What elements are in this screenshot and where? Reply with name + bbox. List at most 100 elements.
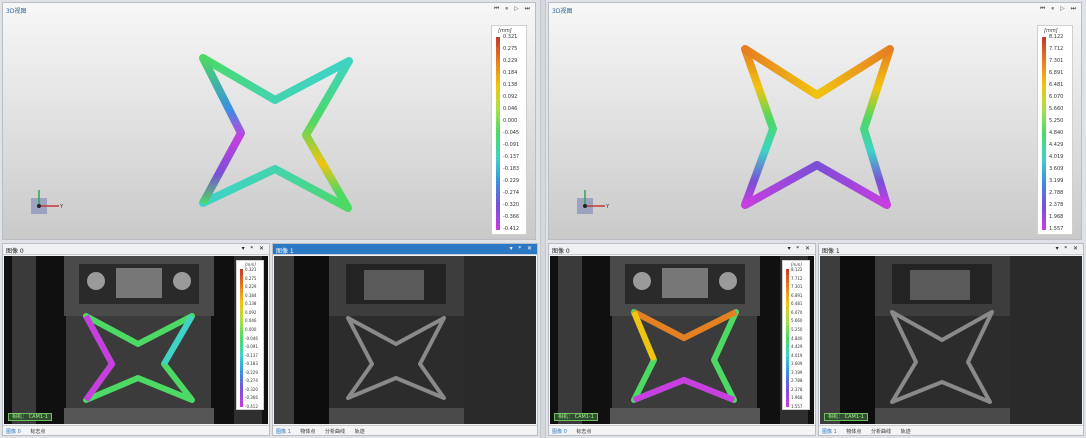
legend-tick: 0.092 (503, 94, 518, 100)
view-3d-left[interactable]: 3D视图 ⏮ ⏸ ▷ ⏭ Y [mm] 0.321 0.275 0.229 0.… (2, 2, 536, 240)
legend-tick: -0.320 (245, 386, 258, 392)
legend-tick: 1.557 (791, 404, 803, 409)
legend-tick: 6.481 (1049, 82, 1064, 88)
legend-tick: -0.229 (503, 178, 520, 184)
legend-tick: 0.275 (503, 46, 518, 52)
legend-tick: 3.199 (1049, 178, 1064, 184)
camera-image[interactable]: [mm] 8.122 7.712 7.301 6.891 6.481 6.070… (550, 256, 814, 424)
legend-ticks: 0.321 0.275 0.229 0.184 0.138 0.092 0.04… (503, 34, 527, 232)
footer-tab-markers[interactable]: 标志点 (576, 429, 591, 435)
legend-tick: 5.660 (1049, 106, 1064, 112)
legend-tick: 0.000 (503, 118, 518, 124)
footer-tab-image[interactable]: 图像 0 (552, 429, 567, 435)
footer-tab-object-points[interactable]: 物体点 (846, 429, 861, 435)
image-pane-0[interactable]: 图像 0 ▾ ᵠ ✕ (2, 243, 270, 436)
legend-tick: 4.019 (1049, 154, 1064, 160)
right-workspace: 3D视图 ⏮ ⏸ ▷ ⏭ Y [mm] 8.122 7.712 7.301 6.… (546, 0, 1086, 438)
legend-tick: 1.557 (1049, 226, 1064, 232)
color-legend-mini: [mm] 0.321 0.275 0.229 0.184 0.138 0.092… (236, 260, 264, 410)
legend-tick: 1.968 (1049, 214, 1064, 220)
pane-controls[interactable]: ▾ ᵠ ✕ (788, 245, 812, 252)
legend-tick: 3.609 (1049, 166, 1064, 172)
specimen-image (4, 256, 268, 424)
legend-tick: 6.481 (791, 301, 803, 307)
pane-header: 图像 1 ▾ ᵠ ✕ (819, 244, 1083, 255)
pane-controls[interactable]: ▾ ᵠ ✕ (1056, 245, 1080, 252)
legend-tick: -0.183 (503, 166, 520, 172)
specimen-image (274, 256, 536, 424)
pane-title: 图像 1 (276, 248, 294, 255)
legend-tick: 4.019 (791, 352, 803, 358)
legend-tick: 6.891 (1049, 70, 1064, 76)
legend-tick: 8.122 (791, 267, 803, 272)
legend-tick: 4.429 (1049, 142, 1064, 148)
legend-gradient (240, 269, 243, 407)
pane-title: 图像 0 (6, 248, 24, 255)
legend-tick: 0.184 (503, 70, 518, 76)
legend-tick: 3.609 (791, 361, 803, 367)
axis-triad: Y (577, 190, 610, 214)
footer-tab-image[interactable]: 图像 1 (822, 429, 837, 435)
legend-ticks: 8.122 7.712 7.301 6.891 6.481 6.070 5.66… (1049, 34, 1073, 232)
legend-tick: 2.378 (1049, 202, 1064, 208)
footer-tab-trajectory[interactable]: 轨迹 (355, 429, 365, 435)
camera-image[interactable]: 相机： CAM1-1 (820, 256, 1082, 424)
axis-label: Y (605, 204, 610, 210)
footer-tab-markers[interactable]: 标志点 (30, 429, 45, 435)
image-pane-0[interactable]: 图像 0 ▾ ᵠ ✕ (548, 243, 816, 436)
legend-tick: 2.788 (791, 378, 803, 384)
pane-title: 图像 1 (822, 248, 840, 255)
specimen-image (820, 256, 1082, 424)
color-legend: [mm] 8.122 7.712 7.301 6.891 6.481 6.070… (1037, 25, 1073, 235)
pane-header: 图像 0 ▾ ᵠ ✕ (3, 244, 269, 255)
legend-tick: 0.321 (503, 34, 518, 40)
camera-tag: 相机： CAM1-1 (824, 413, 868, 421)
legend-ticks: 8.122 7.712 7.301 6.891 6.481 6.070 5.66… (791, 267, 811, 409)
pane-controls[interactable]: ▾ ᵠ ✕ (510, 245, 534, 252)
legend-gradient (786, 269, 789, 407)
view-3d-right[interactable]: 3D视图 ⏮ ⏸ ▷ ⏭ Y [mm] 8.122 7.712 7.301 6.… (548, 2, 1082, 240)
app-root: 3D视图 ⏮ ⏸ ▷ ⏭ Y [mm] 0.321 0.275 0.229 0.… (0, 0, 1086, 438)
footer-tab-image[interactable]: 图像 1 (276, 429, 291, 435)
axis-label: Y (59, 204, 64, 210)
legend-gradient (1042, 37, 1046, 230)
pane-title: 图像 0 (552, 248, 570, 255)
legend-tick: 7.301 (791, 284, 803, 290)
legend-tick: 5.250 (1049, 118, 1064, 124)
legend-tick: 6.891 (791, 292, 803, 298)
legend-tick: 7.712 (791, 275, 803, 281)
camera-image[interactable]: [mm] 0.321 0.275 0.229 0.184 0.138 0.092… (4, 256, 268, 424)
legend-tick: 5.660 (791, 318, 803, 324)
footer-tab-analysis-curve[interactable]: 分析曲线 (325, 429, 345, 435)
camera-tag: 相机： CAM1-1 (554, 413, 598, 421)
legend-tick: -0.046 (245, 335, 258, 341)
legend-tick: -0.091 (503, 142, 520, 148)
legend-tick: 0.275 (245, 275, 257, 281)
footer-tab-object-points[interactable]: 物体点 (300, 429, 315, 435)
footer-tab-analysis-curve[interactable]: 分析曲线 (871, 429, 891, 435)
legend-tick: 0.046 (503, 106, 518, 112)
legend-tick: 8.122 (1049, 34, 1064, 40)
image-pane-1[interactable]: 图像 1 ▾ ᵠ ✕ 相机： CAM1-1 图像 1 物体点 分析曲线 轨迹 (818, 243, 1084, 436)
legend-tick: 4.840 (791, 335, 803, 341)
legend-tick: 0.229 (503, 58, 518, 64)
legend-ticks: 0.321 0.275 0.229 0.184 0.138 0.092 0.04… (245, 267, 265, 409)
legend-tick: -0.366 (503, 214, 520, 220)
camera-image[interactable] (274, 256, 536, 424)
legend-tick: 2.788 (1049, 190, 1064, 196)
legend-tick: -0.412 (245, 404, 258, 409)
legend-tick: -0.045 (503, 130, 520, 136)
legend-tick: -0.137 (245, 352, 258, 358)
pane-controls[interactable]: ▾ ᵠ ✕ (242, 245, 266, 252)
legend-tick: 7.712 (1049, 46, 1064, 52)
legend-tick: 4.840 (1049, 130, 1064, 136)
footer-tab-image[interactable]: 图像 0 (6, 429, 21, 435)
legend-tick: 3.199 (791, 369, 803, 375)
legend-tick: -0.412 (503, 226, 520, 232)
legend-tick: 7.301 (1049, 58, 1064, 64)
legend-tick: 0.138 (503, 82, 518, 88)
footer-tab-trajectory[interactable]: 轨迹 (901, 429, 911, 435)
legend-tick: -0.320 (503, 202, 520, 208)
legend-tick: 0.046 (245, 318, 257, 324)
image-pane-1[interactable]: 图像 1 ▾ ᵠ ✕ 图像 1 物体点 分析曲线 轨迹 (272, 243, 538, 436)
